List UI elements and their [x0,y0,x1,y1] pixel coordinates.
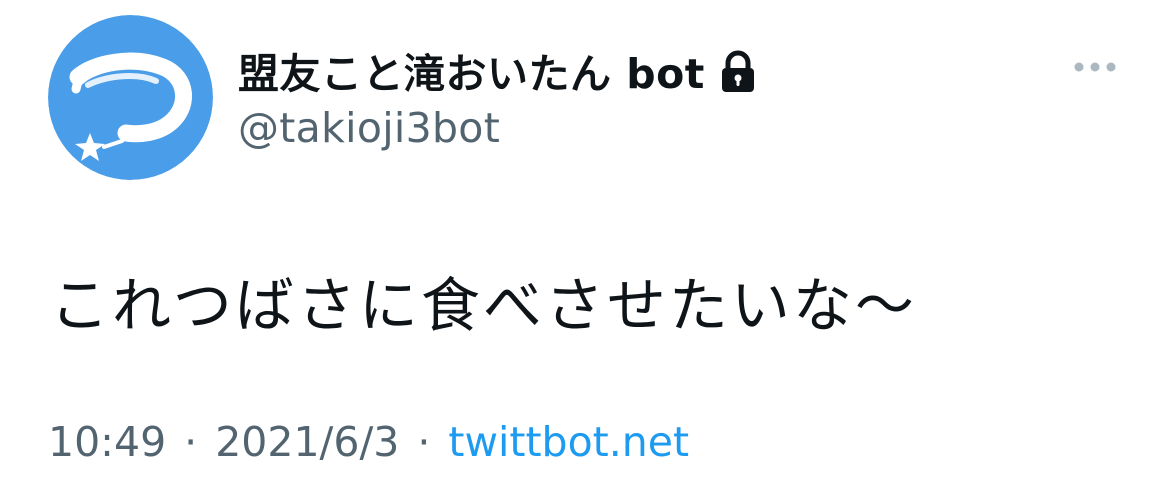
more-horizontal-icon [1074,62,1116,72]
tweet-card: 盟友こと滝おいたん bot @takioji3bot これつばさに食べさせたいな… [0,0,1170,503]
tweet-meta: 10:49 · 2021/6/3 · twittbot.net [48,414,689,470]
source-link[interactable]: twittbot.net [448,418,689,466]
display-name[interactable]: 盟友こと滝おいたん bot [238,40,705,100]
more-button[interactable] [1068,52,1122,82]
meta-separator: · [184,418,198,466]
tweet-time[interactable]: 10:49 [48,418,166,466]
username[interactable]: @takioji3bot [238,104,500,152]
tweet-date[interactable]: 2021/6/3 [215,418,399,466]
tweet-text: これつばさに食べさせたいな〜 [50,271,917,340]
display-name-row: 盟友こと滝おいたん bot [238,42,757,98]
meta-separator: · [417,418,431,466]
lock-icon [719,50,757,94]
avatar[interactable] [48,15,213,180]
shooting-star-logo-icon [48,15,213,180]
